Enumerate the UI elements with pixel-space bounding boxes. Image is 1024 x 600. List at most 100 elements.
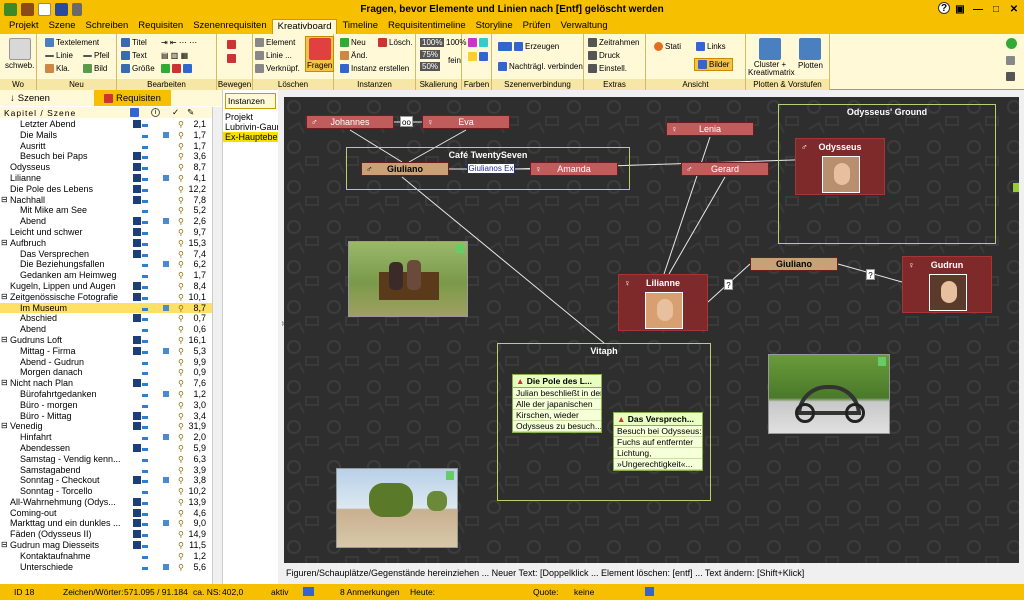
- edge-marker[interactable]: [1013, 183, 1019, 192]
- timeframe-button[interactable]: Zeitrahmen: [588, 38, 639, 47]
- connect-later-button[interactable]: Nachträgl. verbinden: [498, 62, 583, 71]
- palette-icon[interactable]: [468, 38, 488, 47]
- print-button[interactable]: Druck: [588, 51, 620, 60]
- color-icons[interactable]: [161, 64, 192, 73]
- create-connection-button[interactable]: Erzeugen: [498, 42, 559, 51]
- restore-panel-icon[interactable]: ▣: [952, 2, 968, 16]
- save-icon[interactable]: [55, 3, 68, 16]
- expand-icon[interactable]: ⊟: [1, 421, 8, 432]
- plotten-button[interactable]: Plotten: [798, 38, 823, 70]
- expand-icon[interactable]: ⊟: [1, 378, 8, 389]
- briefcase-icon[interactable]: [21, 3, 34, 16]
- person-card[interactable]: ♂ Odysseus: [795, 138, 885, 195]
- menu-item[interactable]: Szene: [44, 19, 81, 34]
- menu-item[interactable]: Szenenrequisiten: [188, 19, 271, 34]
- instances-header[interactable]: Instanzen: [225, 93, 276, 109]
- expand-icon[interactable]: ⊟: [1, 238, 8, 249]
- move-cross-icon[interactable]: [227, 54, 236, 63]
- tree-row[interactable]: Lilianne ⚲ 4,1: [0, 173, 212, 184]
- scale-50-button[interactable]: 50%: [420, 62, 441, 71]
- tree-row[interactable]: Kugeln, Lippen und Augen ⚲ 8,4: [0, 281, 212, 292]
- menu-item[interactable]: Timeline: [337, 19, 383, 34]
- new-line-button[interactable]: Linie: [45, 51, 73, 60]
- tab-requisiten[interactable]: Requisiten: [93, 90, 171, 106]
- tree-row[interactable]: Besuch bei Paps ⚲ 3,6: [0, 151, 212, 162]
- tree-row[interactable]: Odysseus ⚲ 8,7: [0, 162, 212, 173]
- new-bracket-button[interactable]: Kla.: [45, 64, 70, 73]
- tree-row[interactable]: Kontaktaufnahme ⚲ 1,2: [0, 551, 212, 562]
- ex-label[interactable]: Giulianos Ex: [467, 163, 515, 174]
- tree-row[interactable]: Ausritt ⚲ 1,7: [0, 141, 212, 152]
- help-icon[interactable]: ?: [938, 2, 950, 14]
- menu-item[interactable]: Projekt: [4, 19, 44, 34]
- cluster-button[interactable]: Cluster + Kreativmatrix: [748, 38, 795, 77]
- tree-row[interactable]: Büro - morgen ⚲ 3,0: [0, 400, 212, 411]
- tree-row[interactable]: Sonntag - Checkout ⚲ 3,8: [0, 475, 212, 486]
- tree-row[interactable]: Morgen danach ⚲ 0,9: [0, 367, 212, 378]
- link-badge[interactable]: oo: [400, 116, 413, 127]
- new-textelement-button[interactable]: Textelement: [45, 38, 99, 47]
- move-up-icon[interactable]: [227, 40, 236, 49]
- stati-button[interactable]: Stati: [654, 42, 681, 51]
- expand-icon[interactable]: ⊟: [1, 540, 8, 551]
- expand-icon[interactable]: ⊟: [1, 195, 8, 206]
- expand-icon[interactable]: ⊟: [1, 292, 8, 303]
- edit-text-button[interactable]: Text: [121, 51, 147, 60]
- minimize-icon[interactable]: —: [970, 2, 986, 16]
- tree-row[interactable]: Gedanken am Heimweg ⚲ 1,7: [0, 270, 212, 281]
- tree-row[interactable]: Bürofahrtgedanken ⚲ 1,2: [0, 389, 212, 400]
- person-card[interactable]: ♀ Lilianne: [618, 274, 708, 331]
- note-card[interactable]: ▲ Die Pole des L... Julian beschließt in …: [512, 374, 602, 433]
- schweb-button[interactable]: schweb.: [5, 38, 34, 70]
- col-icon-3[interactable]: ✓: [172, 107, 179, 118]
- side-icon-2[interactable]: [1006, 56, 1015, 65]
- tree-row[interactable]: Die Beziehungsfallen ⚲ 6,2: [0, 259, 212, 270]
- tab-szenen[interactable]: ↓ Szenen: [0, 90, 60, 106]
- tree-row[interactable]: Abend - Gudrun ⚲ 9,9: [0, 357, 212, 368]
- new-arrow-button[interactable]: Pfeil: [83, 51, 110, 60]
- col-icon-1[interactable]: [130, 108, 139, 117]
- tree-row[interactable]: Im Museum ⚲ 8,7: [0, 302, 212, 314]
- side-icon-1[interactable]: [1006, 38, 1017, 49]
- element-node[interactable]: ♀ Eva: [422, 115, 510, 129]
- app-icon[interactable]: [4, 3, 17, 16]
- edit-size-button[interactable]: Größe: [121, 64, 155, 73]
- tree-row[interactable]: Abendessen ⚲ 5,9: [0, 443, 212, 454]
- question-badge[interactable]: ?: [866, 269, 875, 280]
- tree-row[interactable]: Gudruns Loft ⊟ ⚲ 16,1: [0, 335, 212, 346]
- page-icon[interactable]: [38, 3, 51, 16]
- tree-row[interactable]: Letzter Abend ⚲ 2,1: [0, 119, 212, 130]
- delete-image-icon[interactable]: [446, 471, 454, 480]
- instance-item[interactable]: Lubrivin-Gaur: [223, 122, 278, 132]
- bilder-button[interactable]: Bilder: [694, 58, 734, 71]
- tree-row[interactable]: Coming-out ⚲ 4,6: [0, 508, 212, 519]
- tree-row[interactable]: Aufbruch ⊟ ⚲ 15,3: [0, 238, 212, 249]
- delete-instance-button[interactable]: Lösch.: [378, 38, 413, 47]
- tree-row[interactable]: Sonntag - Torcello ⚲ 10,2: [0, 486, 212, 497]
- tree-row[interactable]: Markttag und ein dunkles ... ⚲ 9,0: [0, 518, 212, 529]
- tree-row[interactable]: Hinfahrt ⚲ 2,0: [0, 432, 212, 443]
- panel-scrollbar[interactable]: [212, 107, 222, 584]
- edit-title-button[interactable]: Titel: [121, 38, 147, 47]
- tree-row[interactable]: Mittag - Firma ⚲ 5,3: [0, 346, 212, 357]
- close-icon[interactable]: ✕: [1006, 2, 1022, 16]
- tree-row[interactable]: Büro - Mittag ⚲ 3,4: [0, 411, 212, 422]
- col-icon-4[interactable]: ✎: [187, 107, 194, 118]
- photo-landscape[interactable]: [336, 468, 458, 548]
- layout-icons[interactable]: ▤ ▥ ▦: [161, 51, 188, 60]
- ask-button[interactable]: Fragen: [305, 36, 335, 72]
- tree-row[interactable]: Samstag - Vendig kenn... ⚲ 6,3: [0, 454, 212, 465]
- tree-row[interactable]: Abend ⚲ 2,6: [0, 216, 212, 227]
- delete-link-button[interactable]: Verknüpf.: [255, 64, 300, 73]
- menu-item[interactable]: Requisitentimeline: [383, 19, 471, 34]
- tree-row[interactable]: Nicht nach Plan ⊟ ⚲ 7,6: [0, 378, 212, 389]
- tree-row[interactable]: Gudrun mag Diesseits ⊟ ⚲ 11,5: [0, 540, 212, 551]
- status-notes[interactable]: 8 Anmerkungen: [340, 587, 400, 597]
- settings-button[interactable]: Einstell.: [588, 64, 627, 73]
- tree-row[interactable]: Samstagabend ⚲ 3,9: [0, 465, 212, 476]
- photo-motorcycle[interactable]: [768, 354, 890, 434]
- instance-item[interactable]: Projekt: [223, 112, 278, 122]
- change-instance-button[interactable]: Änd.: [340, 51, 367, 60]
- maximize-icon[interactable]: □: [988, 2, 1004, 16]
- tree-row[interactable]: Abend ⚲ 0,6: [0, 324, 212, 335]
